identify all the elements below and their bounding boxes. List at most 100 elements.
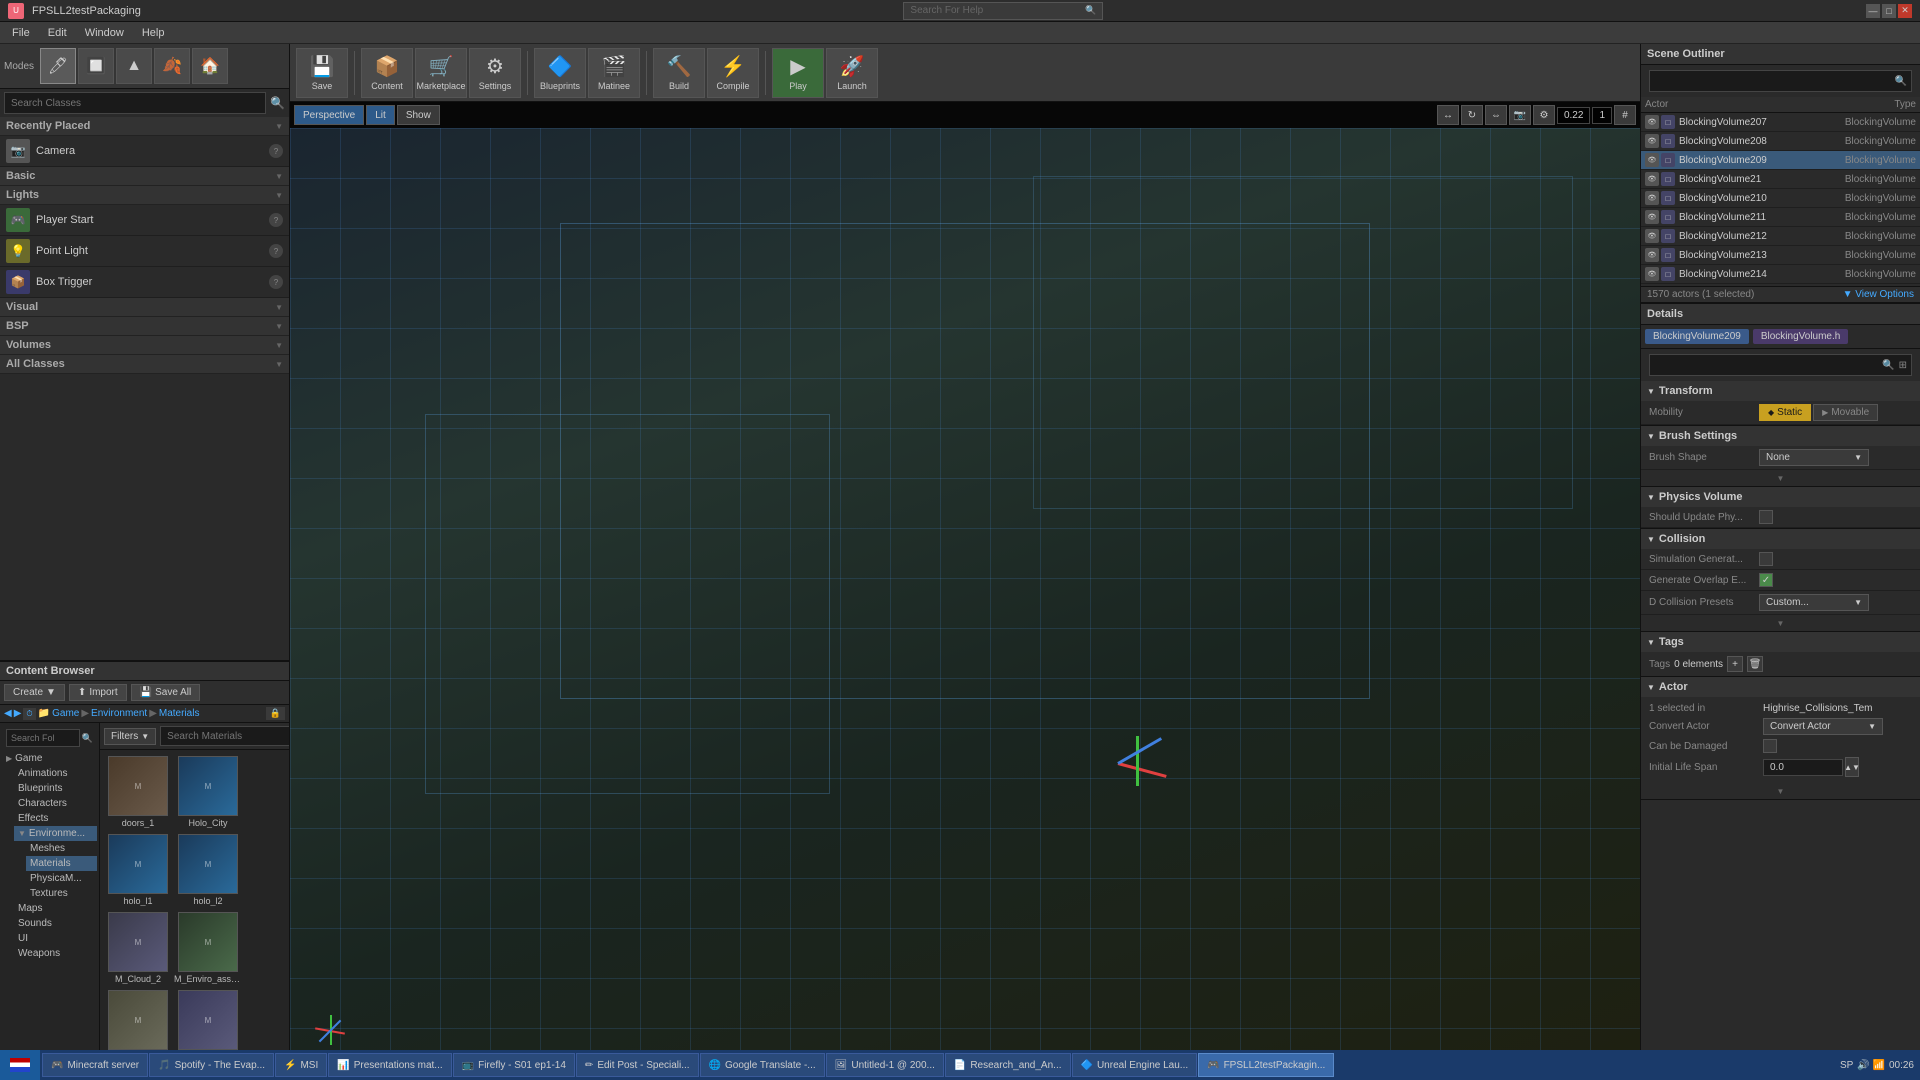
transform-section-header[interactable]: ▼ Transform bbox=[1641, 381, 1920, 401]
visibility-icon[interactable]: 👁 bbox=[1645, 172, 1659, 186]
vp-perspective-btn[interactable]: Perspective bbox=[294, 105, 364, 125]
tree-textures[interactable]: Textures bbox=[26, 886, 97, 901]
menu-window[interactable]: Window bbox=[77, 25, 132, 41]
tree-weapons[interactable]: Weapons bbox=[14, 946, 97, 961]
matinee-button[interactable]: 🎬 Matinee bbox=[588, 48, 640, 98]
category-volumes[interactable]: Volumes ▼ bbox=[0, 336, 289, 355]
build-button[interactable]: 🔨 Build bbox=[653, 48, 705, 98]
asset-m_cloud_2[interactable]: M M_Cloud_2 bbox=[104, 910, 172, 986]
tree-ui[interactable]: UI bbox=[14, 931, 97, 946]
visibility-icon[interactable]: 👁 bbox=[1645, 248, 1659, 262]
vp-settings-icon[interactable]: ⚙ bbox=[1533, 105, 1555, 125]
remove-tag-button[interactable]: 🗑 bbox=[1747, 656, 1763, 672]
taskbar-item-fpsll2testpackagin---[interactable]: 🎮FPSLL2testPackagin... bbox=[1198, 1053, 1334, 1077]
search-classes-input[interactable] bbox=[11, 98, 259, 109]
asset-doors_1[interactable]: M doors_1 bbox=[104, 754, 172, 830]
tree-characters[interactable]: Characters bbox=[14, 796, 97, 811]
can-be-damaged-checkbox[interactable] bbox=[1763, 739, 1777, 753]
search-help-input[interactable]: Search For Help 🔍 bbox=[903, 2, 1103, 20]
asset-m_enviro[interactable]: M M_Enviro_assets_01 bbox=[174, 910, 242, 986]
collision-section-header[interactable]: ▼ Collision bbox=[1641, 529, 1920, 549]
nav-materials[interactable]: Materials bbox=[159, 708, 200, 719]
scene-outliner-item-blockingvolume211[interactable]: 👁 □ BlockingVolume211 BlockingVolume bbox=[1641, 208, 1920, 227]
mode-btn-mesh-paint[interactable]: 🍂 bbox=[154, 48, 190, 84]
tree-animations[interactable]: Animations bbox=[14, 766, 97, 781]
actor-section-header[interactable]: ▼ Actor bbox=[1641, 677, 1920, 697]
collision-presets-select[interactable]: Custom... ▼ bbox=[1759, 594, 1869, 611]
vp-rotate-icon[interactable]: ↻ bbox=[1461, 105, 1483, 125]
scene-outliner-item-blockingvolume209[interactable]: 👁 □ BlockingVolume209 BlockingVolume bbox=[1641, 151, 1920, 170]
initial-life-span-input[interactable]: 0.0 bbox=[1763, 759, 1843, 776]
brush-shape-select[interactable]: None ▼ bbox=[1759, 449, 1869, 466]
asset-holo_l1[interactable]: M holo_l1 bbox=[104, 832, 172, 908]
viewport[interactable]: Perspective Lit Show ↔ ↻ ⇔ 📷 ⚙ 0.22 1 # bbox=[290, 102, 1640, 1080]
asset-holo_city[interactable]: M Holo_City bbox=[174, 754, 242, 830]
category-recently-placed[interactable]: Recently Placed ▼ bbox=[0, 117, 289, 136]
view-options-button[interactable]: ▼ View Options bbox=[1843, 289, 1914, 300]
taskbar-item-unreal-engine-lau---[interactable]: 🔷Unreal Engine Lau... bbox=[1072, 1053, 1198, 1077]
close-button[interactable]: ✕ bbox=[1898, 4, 1912, 18]
visibility-icon[interactable]: 👁 bbox=[1645, 229, 1659, 243]
tree-effects[interactable]: Effects bbox=[14, 811, 97, 826]
category-lights[interactable]: Lights ▼ bbox=[0, 186, 289, 205]
tree-game[interactable]: ▶ Game bbox=[2, 751, 97, 766]
menu-help[interactable]: Help bbox=[134, 25, 173, 41]
maximize-button[interactable]: □ bbox=[1882, 4, 1896, 18]
place-item-point-light[interactable]: 💡 Point Light ? bbox=[0, 236, 289, 267]
tree-physicam[interactable]: PhysicaM... bbox=[26, 871, 97, 886]
viewport-scene[interactable]: Level: Highrise (Persistent) bbox=[290, 128, 1640, 1080]
taskbar-item-edit-post---speciali---[interactable]: ✏Edit Post - Speciali... bbox=[576, 1053, 699, 1077]
taskbar-item-msi[interactable]: ⚡MSI bbox=[275, 1053, 327, 1077]
nav-back-icon[interactable]: ◀ bbox=[4, 708, 12, 719]
visibility-icon[interactable]: 👁 bbox=[1645, 134, 1659, 148]
tree-blueprints[interactable]: Blueprints bbox=[14, 781, 97, 796]
place-item-camera[interactable]: 📷 Camera ? bbox=[0, 136, 289, 167]
mode-btn-select[interactable]: 🖊 bbox=[40, 48, 76, 84]
nav-history-icon[interactable]: ⏱ bbox=[23, 708, 35, 720]
start-button[interactable] bbox=[0, 1050, 40, 1080]
movable-mobility-btn[interactable]: ▶ Movable bbox=[1813, 404, 1878, 421]
category-bsp[interactable]: BSP ▼ bbox=[0, 317, 289, 336]
scene-outliner-item-blockingvolume212[interactable]: 👁 □ BlockingVolume212 BlockingVolume bbox=[1641, 227, 1920, 246]
taskbar-item-firefly---s01-ep1-14[interactable]: 📺Firefly - S01 ep1-14 bbox=[453, 1053, 575, 1077]
minimize-button[interactable]: — bbox=[1866, 4, 1880, 18]
create-button[interactable]: Create ▼ bbox=[4, 684, 65, 701]
visibility-icon[interactable]: 👁 bbox=[1645, 267, 1659, 281]
menu-edit[interactable]: Edit bbox=[40, 25, 75, 41]
scene-outliner-item-blockingvolume214[interactable]: 👁 □ BlockingVolume214 BlockingVolume bbox=[1641, 265, 1920, 284]
blueprints-button[interactable]: 🔷 Blueprints bbox=[534, 48, 586, 98]
tags-section-header[interactable]: ▼ Tags bbox=[1641, 632, 1920, 652]
scene-outliner-item-blockingvolume210[interactable]: 👁 □ BlockingVolume210 BlockingVolume bbox=[1641, 189, 1920, 208]
settings-button[interactable]: ⚙ Settings bbox=[469, 48, 521, 98]
save-button[interactable]: 💾 Save bbox=[296, 48, 348, 98]
taskbar-item-research-and-an---[interactable]: 📄Research_and_An... bbox=[945, 1053, 1071, 1077]
taskbar-item-minecraft-server[interactable]: 🎮Minecraft server bbox=[42, 1053, 148, 1077]
nav-environment[interactable]: Environment bbox=[91, 708, 147, 719]
search-materials-input[interactable] bbox=[160, 726, 289, 746]
details-search-input[interactable] bbox=[1654, 360, 1882, 371]
launch-button[interactable]: 🚀 Launch bbox=[826, 48, 878, 98]
scene-outliner-item-blockingvolume207[interactable]: 👁 □ BlockingVolume207 BlockingVolume bbox=[1641, 113, 1920, 132]
scene-outliner-item-blockingvolume21[interactable]: 👁 □ BlockingVolume21 BlockingVolume bbox=[1641, 170, 1920, 189]
add-tag-button[interactable]: + bbox=[1727, 656, 1743, 672]
visibility-icon[interactable]: 👁 bbox=[1645, 153, 1659, 167]
scene-outliner-search-input[interactable] bbox=[1654, 76, 1895, 87]
camera-info-icon[interactable]: ? bbox=[269, 144, 283, 158]
visibility-icon[interactable]: 👁 bbox=[1645, 210, 1659, 224]
vp-translate-icon[interactable]: ↔ bbox=[1437, 105, 1459, 125]
tree-sounds[interactable]: Sounds bbox=[14, 916, 97, 931]
tree-environment[interactable]: ▼ Environme... bbox=[14, 826, 97, 841]
mode-btn-landscape[interactable]: 🔲 bbox=[78, 48, 114, 84]
asset-holo_l2[interactable]: M holo_l2 bbox=[174, 832, 242, 908]
point-light-info-icon[interactable]: ? bbox=[269, 244, 283, 258]
search-folder-input-wrapper[interactable]: 🔍 bbox=[6, 727, 93, 749]
scene-outliner-item-blockingvolume213[interactable]: 👁 □ BlockingVolume213 BlockingVolume bbox=[1641, 246, 1920, 265]
category-all-classes[interactable]: All Classes ▼ bbox=[0, 355, 289, 374]
tree-meshes[interactable]: Meshes bbox=[26, 841, 97, 856]
category-visual[interactable]: Visual ▼ bbox=[0, 298, 289, 317]
vp-scale-icon[interactable]: ⇔ bbox=[1485, 105, 1507, 125]
place-item-player-start[interactable]: 🎮 Player Start ? bbox=[0, 205, 289, 236]
nav-lock-icon[interactable]: 🔒 bbox=[266, 707, 285, 720]
tree-materials[interactable]: Materials bbox=[26, 856, 97, 871]
vp-grid-snap-icon[interactable]: # bbox=[1614, 105, 1636, 125]
